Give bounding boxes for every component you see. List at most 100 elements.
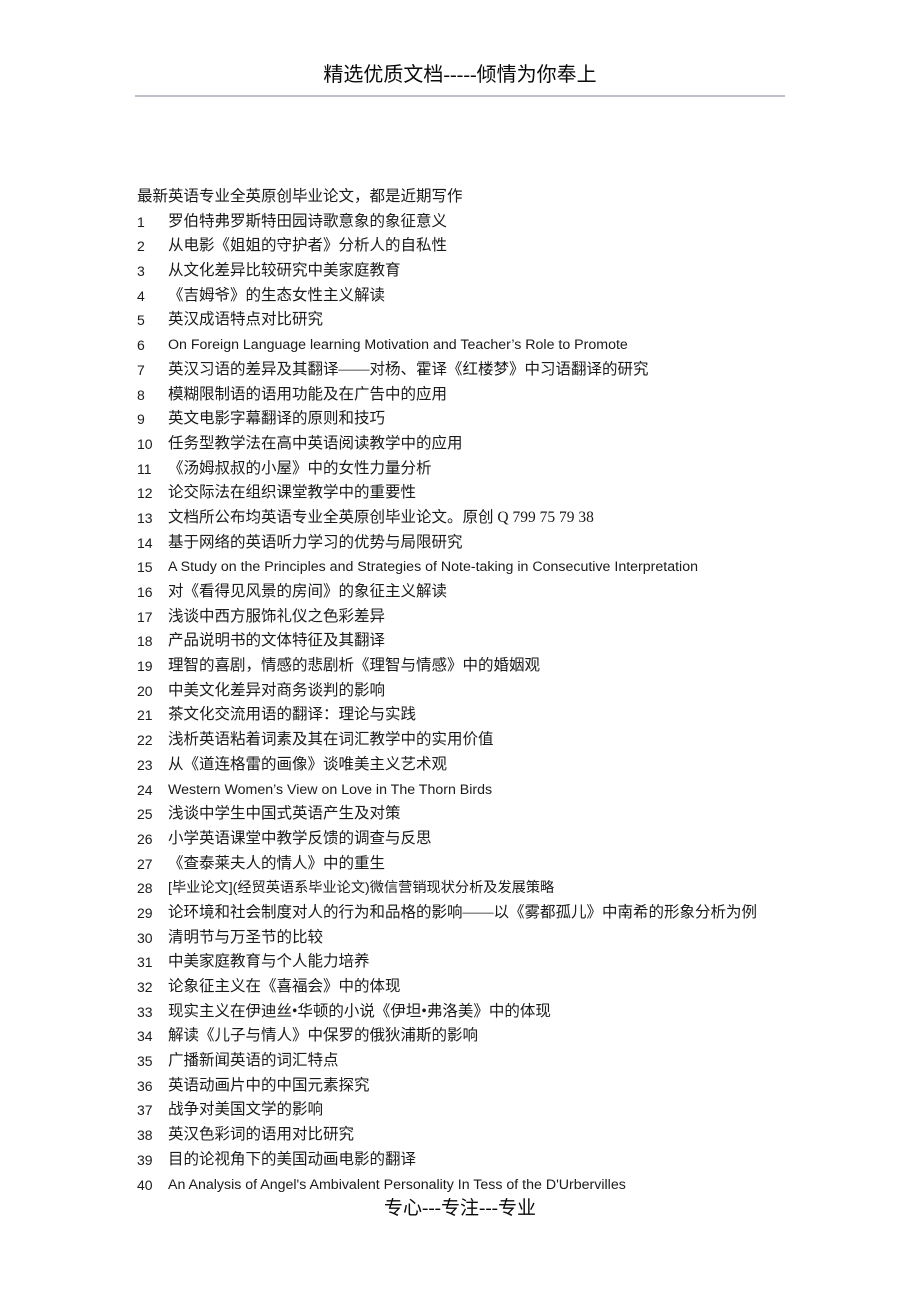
list-item: 30 清明节与万圣节的比较 xyxy=(0,926,920,951)
list-item: 1 罗伯特弗罗斯特田园诗歌意象的象征意义 xyxy=(0,210,920,235)
list-item: 15 A Study on the Principles and Strategi… xyxy=(0,555,920,580)
footer-slogan: 专心---专注---专业 xyxy=(384,1198,536,1219)
list-item-title: 广播新闻英语的词汇特点 xyxy=(168,1052,339,1070)
list-item-number: 30 xyxy=(137,929,153,946)
list-item: 6 On Foreign Language learning Motivation… xyxy=(0,333,920,358)
list-item-title: 论环境和社会制度对人的行为和品格的影响——以《雾都孤儿》中南希的形象分析为例 xyxy=(168,903,758,921)
list-item-title: 从电影《姐姐的守护者》分析人的自私性 xyxy=(168,237,448,255)
list-item-number: 34 xyxy=(137,1028,153,1045)
list-item: 14 基于网络的英语听力学习的优势与局限研究 xyxy=(0,531,920,556)
list-item-title: 《汤姆叔叔的小屋》中的女性力量分析 xyxy=(168,459,432,477)
list-item: 19 理智的喜剧，情感的悲剧析《理智与情感》中的婚姻观 xyxy=(0,654,920,679)
list-item: 27 《查泰莱夫人的情人》中的重生 xyxy=(0,852,920,877)
list-item: 40 An Analysis of Angel's Ambivalent Pers… xyxy=(0,1173,920,1198)
list-item: 25 浅谈中学生中国式英语产生及对策 xyxy=(0,802,920,827)
list-item-title: 英汉习语的差异及其翻译——对杨、霍译《红楼梦》中习语翻译的研究 xyxy=(168,360,649,378)
list-item-title: 目的论视角下的美国动画电影的翻译 xyxy=(168,1150,417,1168)
list-item-title: 现实主义在伊迪丝•华顿的小说《伊坦•弗洛美》中的体现 xyxy=(168,1002,551,1020)
list-item-number: 32 xyxy=(137,979,153,995)
list-item: 16 对《看得见风景的房间》的象征主义解读 xyxy=(0,580,920,605)
list-item-number: 1 xyxy=(137,213,145,230)
list-item: 28 [毕业论文](经贸英语系毕业论文)微信营销现状分析及发展策略 xyxy=(0,876,920,901)
list-item: 5 英汉成语特点对比研究 xyxy=(0,308,920,333)
list-item-number: 11 xyxy=(137,460,152,477)
page-header: 精选优质文档-----倾情为你奉上 xyxy=(0,62,920,88)
list-item-number: 27 xyxy=(137,855,153,872)
list-item-number: 2 xyxy=(137,238,145,255)
list-item: 18 产品说明书的文体特征及其翻译 xyxy=(0,629,920,654)
list-item-title: 文档所公布均英语专业全英原创毕业论文。原创 Q 799 75 79 38 xyxy=(168,508,594,526)
list-item-number: 6 xyxy=(137,337,145,354)
list-item-number: 19 xyxy=(137,658,153,675)
list-item: 38 英汉色彩词的语用对比研究 xyxy=(0,1123,920,1148)
list-item: 22 浅析英语粘着词素及其在词汇教学中的实用价值 xyxy=(0,728,920,753)
list-item-number: 10 xyxy=(137,435,153,452)
list-item-number: 16 xyxy=(137,584,153,600)
list-item-number: 13 xyxy=(137,509,153,526)
list-item-number: 22 xyxy=(137,732,153,749)
list-item-title: 理智的喜剧，情感的悲剧析《理智与情感》中的婚姻观 xyxy=(168,657,541,675)
list-item: 4 《吉姆爷》的生态女性主义解读 xyxy=(0,284,920,309)
list-item-title: 浅析英语粘着词素及其在词汇教学中的实用价值 xyxy=(168,731,494,749)
list-item: 13 文档所公布均英语专业全英原创毕业论文。原创 Q 799 75 79 38 xyxy=(0,506,920,531)
list-item-number: 15 xyxy=(137,559,153,576)
list-item: 23 从《道连格雷的画像》谈唯美主义艺术观 xyxy=(0,753,920,778)
list-item: 2 从电影《姐姐的守护者》分析人的自私性 xyxy=(0,234,920,259)
list-item: 21 茶文化交流用语的翻译：理论与实践 xyxy=(0,703,920,728)
list-item-title: 基于网络的英语听力学习的优势与局限研究 xyxy=(168,533,463,551)
list-item-title: 英汉成语特点对比研究 xyxy=(168,311,324,329)
list-item-title: On Foreign Language learning Motivation … xyxy=(168,337,628,354)
list-item: 34 解读《儿子与情人》中保罗的俄狄浦斯的影响 xyxy=(0,1024,920,1049)
list-item: 9 英文电影字幕翻译的原则和技巧 xyxy=(0,407,920,432)
list-item-number: 28 xyxy=(137,880,153,897)
list-item: 10 任务型教学法在高中英语阅读教学中的应用 xyxy=(0,432,920,457)
list-item-number: 4 xyxy=(137,287,145,304)
list-item-title: 产品说明书的文体特征及其翻译 xyxy=(168,632,386,650)
list-item-title: 战争对美国文学的影响 xyxy=(168,1101,324,1119)
list-item-title: 罗伯特弗罗斯特田园诗歌意象的象征意义 xyxy=(168,212,448,230)
list-item-number: 29 xyxy=(137,904,153,921)
list-item-title: 《吉姆爷》的生态女性主义解读 xyxy=(168,286,386,304)
list-item: 35 广播新闻英语的词汇特点 xyxy=(0,1049,920,1074)
list-item-title: 小学英语课堂中教学反馈的调查与反思 xyxy=(168,829,432,847)
list-item-number: 38 xyxy=(137,1127,153,1144)
list-item-number: 12 xyxy=(137,485,153,502)
list-item: 8 模糊限制语的语用功能及在广告中的应用 xyxy=(0,383,920,408)
list-item-number: 39 xyxy=(137,1151,153,1168)
list-item-title: 浅谈中西方服饰礼仪之色彩差异 xyxy=(168,607,386,625)
list-item: 20 中美文化差异对商务谈判的影响 xyxy=(0,679,920,704)
list-item-number: 23 xyxy=(137,756,153,773)
list-item-title: 对《看得见风景的房间》的象征主义解读 xyxy=(168,583,448,600)
list-item-number: 5 xyxy=(137,312,145,329)
list-item-title: 英汉色彩词的语用对比研究 xyxy=(168,1126,355,1144)
list-item-number: 7 xyxy=(137,361,145,378)
list-item-number: 40 xyxy=(137,1176,153,1193)
list-item-title: 论交际法在组织课堂教学中的重要性 xyxy=(168,484,417,502)
header-divider xyxy=(135,95,785,97)
list-item-title: 任务型教学法在高中英语阅读教学中的应用 xyxy=(168,434,463,452)
intro-line: 最新英语专业全英原创毕业论文，都是近期写作 xyxy=(137,188,463,205)
list-item-number: 35 xyxy=(137,1053,153,1070)
list-item: 24 Western Women’s View on Love in The Th… xyxy=(0,778,920,803)
list-item-number: 26 xyxy=(137,830,153,847)
list-item-title: 浅谈中学生中国式英语产生及对策 xyxy=(168,805,401,823)
list-item-number: 21 xyxy=(137,707,153,724)
list-item-title: 从文化差异比较研究中美家庭教育 xyxy=(168,262,401,280)
list-item-title: 英语动画片中的中国元素探究 xyxy=(168,1076,370,1094)
list-item-number: 33 xyxy=(137,1003,153,1020)
list-item-number: 31 xyxy=(137,954,153,971)
list-item: 7 英汉习语的差异及其翻译——对杨、霍译《红楼梦》中习语翻译的研究 xyxy=(0,358,920,383)
header-title: 精选优质文档-----倾情为你奉上 xyxy=(323,64,597,86)
list-item: 29 论环境和社会制度对人的行为和品格的影响——以《雾都孤儿》中南希的形象分析为例 xyxy=(0,901,920,926)
list-item-number: 37 xyxy=(137,1102,153,1119)
list-item: 31 中美家庭教育与个人能力培养 xyxy=(0,950,920,975)
list-item-title: 《查泰莱夫人的情人》中的重生 xyxy=(168,854,386,872)
list-item-number: 8 xyxy=(137,386,145,403)
document-body: 最新英语专业全英原创毕业论文，都是近期写作 1 罗伯特弗罗斯特田园诗歌意象的象征意… xyxy=(0,185,920,1197)
list-item-number: 9 xyxy=(137,411,145,428)
list-item-number: 18 xyxy=(137,633,153,650)
list-item-number: 25 xyxy=(137,806,153,823)
list-item-number: 17 xyxy=(137,608,153,625)
list-item-title: 茶文化交流用语的翻译：理论与实践 xyxy=(168,706,417,724)
list-item-number: 20 xyxy=(137,682,153,699)
